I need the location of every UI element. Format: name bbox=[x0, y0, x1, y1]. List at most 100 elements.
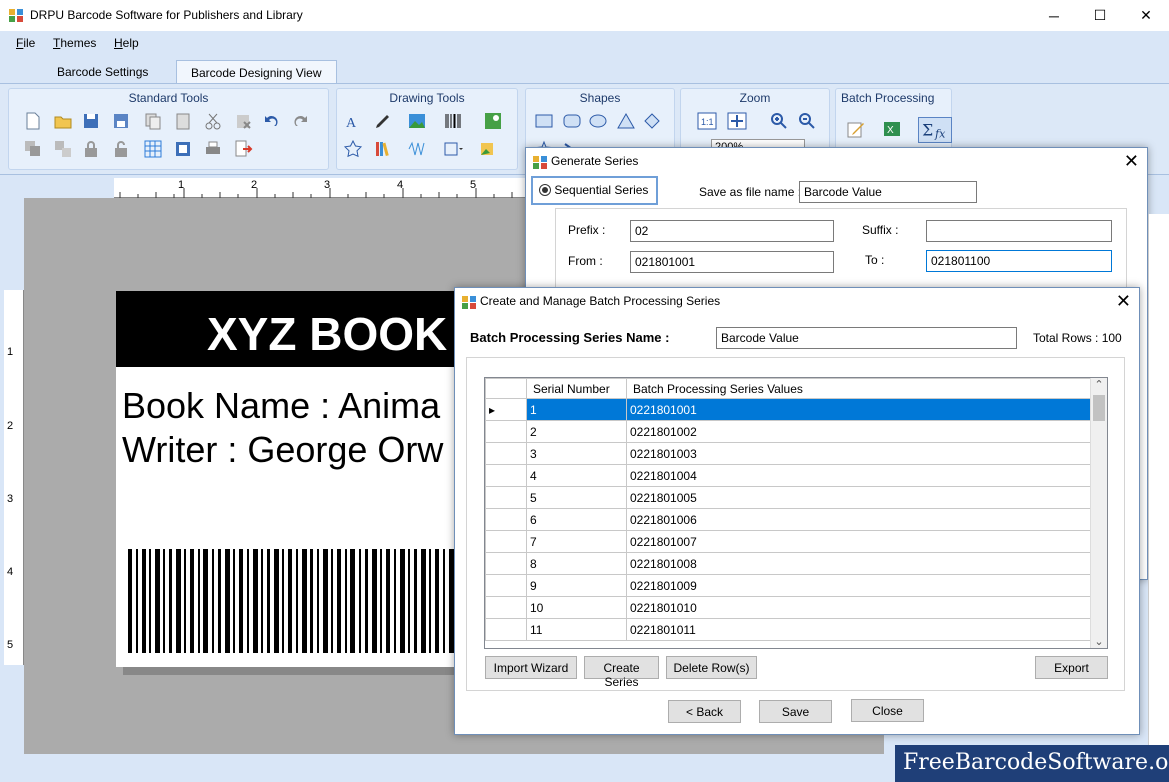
picture-icon[interactable] bbox=[407, 111, 427, 131]
cell-series-value[interactable]: 0221801002 bbox=[626, 420, 1092, 443]
label-header[interactable]: XYZ BOOK bbox=[116, 291, 461, 367]
watermark-icon[interactable] bbox=[407, 139, 427, 159]
close-icon[interactable]: ✕ bbox=[1116, 291, 1131, 312]
unlock-icon[interactable] bbox=[111, 139, 131, 159]
save-button[interactable]: Save bbox=[759, 700, 832, 723]
back-button[interactable]: < Back bbox=[668, 700, 741, 723]
export-button[interactable]: Export bbox=[1035, 656, 1108, 679]
close-icon[interactable]: ✕ bbox=[1124, 151, 1139, 172]
undo-icon[interactable] bbox=[261, 111, 281, 131]
fit-to-window-icon[interactable] bbox=[727, 111, 747, 131]
table-row[interactable]: 6 0221801006 bbox=[485, 508, 1092, 531]
cell-serial-number[interactable]: 10 bbox=[526, 596, 627, 619]
cell-serial-number[interactable]: 5 bbox=[526, 486, 627, 509]
cell-serial-number[interactable]: 4 bbox=[526, 464, 627, 487]
ellipse-icon[interactable] bbox=[588, 111, 608, 131]
zoom-in-icon[interactable] bbox=[769, 111, 789, 131]
row-header[interactable] bbox=[485, 574, 527, 597]
row-header[interactable] bbox=[485, 486, 527, 509]
tab-barcode-settings[interactable]: Barcode Settings bbox=[43, 60, 162, 84]
rectangle-icon[interactable] bbox=[534, 111, 554, 131]
maximize-button[interactable]: ☐ bbox=[1077, 0, 1123, 31]
new-icon[interactable] bbox=[23, 111, 43, 131]
delete-icon[interactable] bbox=[233, 111, 253, 131]
group-icon[interactable] bbox=[23, 139, 43, 159]
row-header[interactable] bbox=[485, 596, 527, 619]
save-as-field[interactable]: Barcode Value bbox=[799, 181, 977, 203]
pencil-icon[interactable] bbox=[373, 111, 393, 131]
menu-themes[interactable]: Themes bbox=[53, 36, 96, 50]
prefix-field[interactable]: 02 bbox=[630, 220, 834, 242]
table-row[interactable]: 10 0221801010 bbox=[485, 596, 1092, 619]
cell-series-value[interactable]: 0221801003 bbox=[626, 442, 1092, 465]
scroll-down-icon[interactable]: ⌄ bbox=[1091, 635, 1107, 648]
print-icon[interactable] bbox=[203, 139, 223, 159]
library-icon[interactable] bbox=[373, 139, 393, 159]
scroll-up-icon[interactable]: ⌃ bbox=[1091, 378, 1107, 391]
image-icon[interactable] bbox=[483, 111, 503, 131]
cell-serial-number[interactable]: 2 bbox=[526, 420, 627, 443]
close-button[interactable]: ✕ bbox=[1123, 0, 1169, 31]
row-header[interactable]: ▸ bbox=[485, 398, 527, 421]
minimize-button[interactable]: ─ bbox=[1031, 0, 1077, 31]
actual-size-icon[interactable]: 1:1 bbox=[697, 111, 717, 131]
excel-import-icon[interactable]: X bbox=[882, 119, 902, 139]
ungroup-icon[interactable] bbox=[53, 139, 73, 159]
cell-series-value[interactable]: 0221801006 bbox=[626, 508, 1092, 531]
table-row[interactable]: 2 0221801002 bbox=[485, 420, 1092, 443]
batch-edit-icon[interactable] bbox=[846, 119, 866, 139]
scrollbar-thumb[interactable] bbox=[1093, 395, 1105, 421]
copy-icon[interactable] bbox=[143, 111, 163, 131]
row-header[interactable] bbox=[485, 420, 527, 443]
series-name-field[interactable]: Barcode Value bbox=[716, 327, 1017, 349]
cell-serial-number[interactable]: 6 bbox=[526, 508, 627, 531]
cell-series-value[interactable]: 0221801007 bbox=[626, 530, 1092, 553]
sequential-series-radio[interactable]: Sequential Series bbox=[531, 176, 658, 205]
star-icon[interactable] bbox=[343, 139, 363, 159]
redo-icon[interactable] bbox=[291, 111, 311, 131]
create-series-button[interactable]: Create Series bbox=[584, 656, 659, 689]
cell-series-value[interactable]: 0221801005 bbox=[626, 486, 1092, 509]
menu-file[interactable]: File bbox=[16, 36, 35, 50]
row-header[interactable] bbox=[485, 530, 527, 553]
cell-series-value[interactable]: 0221801008 bbox=[626, 552, 1092, 575]
text-icon[interactable]: A bbox=[343, 111, 363, 131]
cell-serial-number[interactable]: 9 bbox=[526, 574, 627, 597]
triangle-icon[interactable] bbox=[616, 111, 636, 131]
cell-serial-number[interactable]: 1 bbox=[526, 398, 627, 421]
cell-serial-number[interactable]: 11 bbox=[526, 618, 627, 641]
table-row[interactable]: 5 0221801005 bbox=[485, 486, 1092, 509]
cell-series-value[interactable]: 0221801004 bbox=[626, 464, 1092, 487]
grid-scrollbar[interactable]: ⌃ ⌄ bbox=[1090, 378, 1107, 648]
table-row[interactable]: 4 0221801004 bbox=[485, 464, 1092, 487]
cell-series-value[interactable]: 0221801010 bbox=[626, 596, 1092, 619]
label-book-name[interactable]: Book Name : Anima bbox=[122, 385, 440, 427]
shape-dropdown-icon[interactable] bbox=[443, 139, 463, 159]
suffix-field[interactable] bbox=[926, 220, 1112, 242]
table-row[interactable]: 3 0221801003 bbox=[485, 442, 1092, 465]
zoom-out-icon[interactable] bbox=[797, 111, 817, 131]
lock-icon[interactable] bbox=[81, 139, 101, 159]
save-as-icon[interactable] bbox=[111, 111, 131, 131]
barcode-icon[interactable] bbox=[443, 111, 463, 131]
to-field[interactable]: 021801100 bbox=[926, 250, 1112, 272]
column-header-serial[interactable]: Serial Number bbox=[526, 378, 627, 399]
cell-series-value[interactable]: 0221801011 bbox=[626, 618, 1092, 641]
table-row[interactable]: 11 0221801011 bbox=[485, 618, 1092, 641]
open-icon[interactable] bbox=[53, 111, 73, 131]
cut-icon[interactable] bbox=[203, 111, 223, 131]
row-header[interactable] bbox=[485, 508, 527, 531]
rounded-rectangle-icon[interactable] bbox=[562, 111, 582, 131]
row-header[interactable] bbox=[485, 464, 527, 487]
row-header[interactable] bbox=[485, 618, 527, 641]
cell-serial-number[interactable]: 3 bbox=[526, 442, 627, 465]
table-row[interactable]: 9 0221801009 bbox=[485, 574, 1092, 597]
import-wizard-button[interactable]: Import Wizard bbox=[485, 656, 577, 679]
barcode-label[interactable]: XYZ BOOK Book Name : Anima Writer : Geor… bbox=[116, 291, 461, 667]
tab-barcode-designing-view[interactable]: Barcode Designing View bbox=[176, 60, 337, 84]
cell-series-value[interactable]: 0221801001 bbox=[626, 398, 1092, 421]
print-preview-icon[interactable] bbox=[173, 139, 193, 159]
close-button[interactable]: Close bbox=[851, 699, 924, 722]
series-grid[interactable]: Serial Number Batch Processing Series Va… bbox=[484, 377, 1108, 649]
delete-rows-button[interactable]: Delete Row(s) bbox=[666, 656, 757, 679]
